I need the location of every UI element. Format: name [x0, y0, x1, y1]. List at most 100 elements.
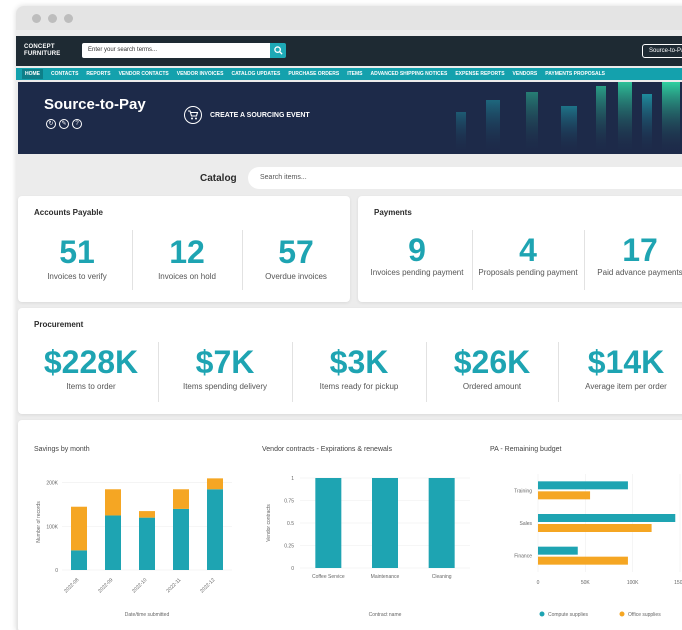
metric-value: $7K	[195, 344, 255, 380]
card-title: Procurement	[34, 320, 84, 329]
remaining-budget-chart: 0 50K 100K 150K Training Sales Finance Compute …	[514, 474, 682, 618]
nav-item-payments-proposals[interactable]: PAYMENTS PROPOSALS	[545, 71, 605, 77]
top-bar: CONCEPT FURNITURE Enter your search term…	[16, 36, 682, 66]
edit-icon[interactable]: ✎	[59, 119, 69, 129]
metric-items-ready-for-pickup[interactable]: $3K Items ready for pickup	[292, 346, 426, 392]
nav-item-vendor-invoices[interactable]: VENDOR INVOICES	[177, 71, 224, 77]
y-axis-label: Vendor contracts	[266, 504, 272, 542]
metric-label: Invoices to verify	[47, 272, 107, 281]
company-logo[interactable]: CONCEPT FURNITURE	[24, 44, 80, 58]
metric-invoices-on-hold[interactable]: 12 Invoices on hold	[132, 236, 242, 282]
nav-item-expense-reports[interactable]: EXPENSE REPORTS	[455, 71, 504, 77]
bar	[538, 491, 591, 500]
metric-value: 4	[519, 232, 537, 268]
metric-value: $14K	[587, 344, 665, 380]
window-close-dot[interactable]	[32, 13, 41, 23]
savings-by-month-chart: 0 100K 200K 2022-08 2022-09 2022-10 2022-11 202…	[36, 478, 232, 618]
hero-title: Source-to-Pay	[44, 96, 146, 113]
bar	[428, 478, 455, 568]
cta-label: CREATE A SOURCING EVENT	[210, 111, 310, 119]
metric-invoices-pending-payment[interactable]: 9 Invoices pending payment	[362, 234, 472, 278]
window-maximize-dot[interactable]	[64, 13, 73, 23]
main-nav: HOME CONTACTS REPORTS VENDOR CONTACTS VENDOR…	[16, 68, 682, 80]
global-search-input[interactable]: Enter your search terms...	[82, 43, 272, 58]
metric-label: Ordered amount	[462, 382, 522, 391]
y-tick-label: 0	[291, 566, 294, 572]
y-tick-label: 0	[55, 568, 58, 574]
bar-segment	[173, 508, 189, 570]
bar	[538, 546, 578, 555]
y-tick-label: 0.25	[284, 544, 294, 550]
bar-segment	[173, 489, 189, 509]
nav-item-contacts[interactable]: CONTACTS	[51, 71, 78, 77]
nav-item-advanced-shipping-notices[interactable]: ADVANCED SHIPPING NOTICES	[370, 71, 447, 77]
bar-segment	[71, 506, 87, 551]
bar-segment	[71, 550, 87, 570]
workspace-button[interactable]: Source-to-Pay	[642, 44, 682, 58]
help-icon[interactable]: ?	[72, 119, 82, 129]
nav-item-items[interactable]: ITEMS	[347, 71, 362, 77]
x-axis-label: Contract name	[369, 612, 402, 618]
bar	[538, 556, 628, 565]
metric-label: Invoices pending payment	[370, 268, 464, 277]
y-tick-label: 1	[291, 476, 294, 482]
bar-segment	[207, 478, 223, 490]
metric-label: Overdue invoices	[265, 272, 327, 281]
accounts-payable-card: Accounts Payable 51 Invoices to verify 1…	[18, 196, 350, 302]
metric-ordered-amount[interactable]: $26K Ordered amount	[426, 346, 558, 392]
x-tick-label: 2022-08	[63, 577, 80, 594]
y-tick-label: Sales	[519, 521, 532, 527]
search-icon	[274, 46, 283, 55]
legend-label: Compute supplies	[548, 612, 589, 618]
nav-item-vendor-contacts[interactable]: VENDOR CONTACTS	[119, 71, 169, 77]
nav-item-catalog-updates[interactable]: CATALOG UPDATES	[231, 71, 280, 77]
catalog-search-input[interactable]: Search items...	[248, 167, 682, 189]
create-sourcing-event-button[interactable]: CREATE A SOURCING EVENT	[184, 106, 310, 124]
chart-title: PA - Remaining budget	[490, 446, 562, 453]
y-tick-label: 0.75	[284, 499, 294, 505]
metric-label: Average item per order	[585, 382, 667, 391]
refresh-icon[interactable]: ↻	[46, 119, 56, 129]
search-button[interactable]	[270, 43, 286, 58]
x-tick-label: 2022-11	[165, 577, 182, 594]
y-tick-label: 100K	[46, 524, 58, 530]
legend-label: Office supplies	[628, 612, 661, 618]
metric-items-spending-delivery[interactable]: $7K Items spending delivery	[158, 346, 292, 392]
y-tick-label: Finance	[514, 554, 532, 560]
metric-value: 57	[278, 234, 314, 270]
legend-swatch	[539, 611, 545, 617]
bar	[372, 478, 398, 568]
card-title: Payments	[374, 208, 412, 217]
nav-item-home[interactable]: HOME	[22, 69, 43, 79]
x-tick-label: 100K	[627, 580, 639, 586]
y-tick-label: Training	[514, 488, 532, 494]
chart-title: Vendor contracts - Expirations & renewal…	[262, 446, 392, 453]
chart-title: Savings by month	[34, 446, 90, 453]
x-tick-label: 2022-10	[131, 577, 148, 594]
nav-item-reports[interactable]: REPORTS	[86, 71, 110, 77]
metric-label: Invoices on hold	[158, 272, 216, 281]
x-tick-label: Cleaning	[432, 574, 452, 580]
hero-banner: Source-to-Pay ↻ ✎ ? CREATE A SOURCING EV…	[18, 82, 682, 154]
cart-icon	[184, 106, 202, 124]
procurement-card: Procurement $228K Items to order $7K Ite…	[18, 308, 682, 414]
x-tick-label: Maintenance	[371, 574, 400, 580]
metric-overdue-invoices[interactable]: 57 Overdue invoices	[242, 236, 350, 282]
metric-label: Paid advance payments	[597, 268, 682, 277]
metric-paid-advance-payments[interactable]: 17 Paid advance payments	[584, 234, 682, 278]
nav-item-vendors[interactable]: VENDORS	[513, 71, 538, 77]
payments-card: Payments 9 Invoices pending payment 4 Pr…	[358, 196, 682, 302]
catalog-label: Catalog	[200, 173, 237, 184]
y-tick-label: 0.5	[287, 521, 294, 527]
nav-item-purchase-orders[interactable]: PURCHASE ORDERS	[288, 71, 339, 77]
x-tick-label: 2022-09	[97, 577, 114, 594]
metric-value: 17	[622, 232, 658, 268]
vendor-contracts-chart: 0 0.25 0.5 0.75 1 Coffee Service Maintenance Cl…	[266, 476, 470, 618]
x-tick-label: 50K	[581, 580, 591, 586]
window-minimize-dot[interactable]	[48, 13, 57, 23]
bar-segment	[105, 515, 121, 570]
metric-average-item-per-order[interactable]: $14K Average item per order	[558, 346, 682, 392]
metric-proposals-pending-payment[interactable]: 4 Proposals pending payment	[472, 234, 584, 278]
metric-invoices-to-verify[interactable]: 51 Invoices to verify	[22, 236, 132, 282]
metric-items-to-order[interactable]: $228K Items to order	[24, 346, 158, 392]
